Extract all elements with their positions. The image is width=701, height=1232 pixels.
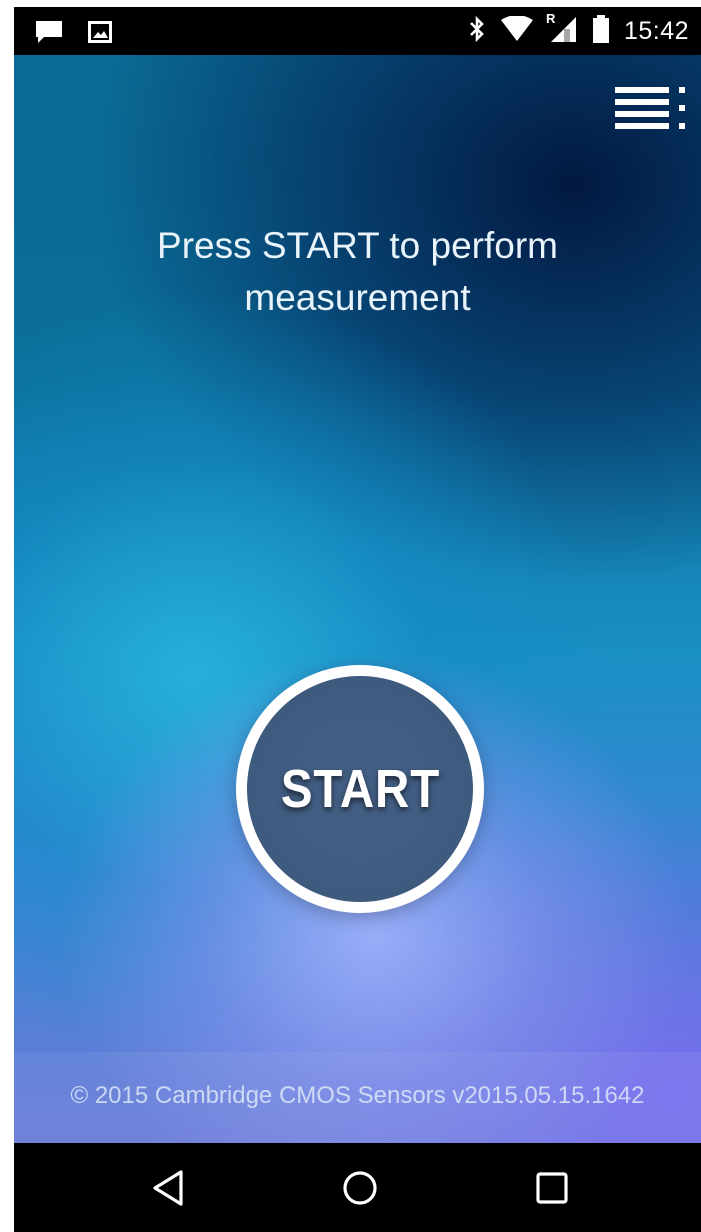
message-notification-icon [34,19,64,50]
start-button[interactable]: START [247,676,473,902]
recents-icon [536,1172,568,1204]
status-bar: R 15:42 [14,7,701,55]
notification-icons [34,19,112,50]
measurement-screen: Press START to perform measurement START… [14,55,701,1143]
home-button[interactable] [330,1163,390,1213]
bluetooth-icon [468,15,486,48]
recents-button[interactable] [522,1163,582,1213]
navigation-bar [14,1143,701,1232]
copyright-text: © 2015 Cambridge CMOS Sensors v2015.05.1… [70,1082,645,1109]
menu-button[interactable] [615,85,687,129]
instruction-text: Press START to perform measurement [157,225,558,318]
start-button-ring: START [236,665,484,913]
clock: 15:42 [623,16,689,45]
roaming-signal-icon: R [546,11,578,48]
wifi-icon [500,14,534,47]
roaming-mark: R [545,10,556,26]
back-icon [153,1170,183,1206]
start-label: START [280,759,440,819]
home-icon [343,1171,377,1205]
battery-icon [592,14,610,49]
menu-icon [615,87,685,129]
footer: © 2015 Cambridge CMOS Sensors v2015.05.1… [14,1052,701,1143]
back-button[interactable] [138,1163,198,1213]
image-notification-icon [88,21,112,48]
screen: R 15:42 Press START to perform measureme… [0,0,701,1232]
system-status: R 15:42 [468,7,689,55]
